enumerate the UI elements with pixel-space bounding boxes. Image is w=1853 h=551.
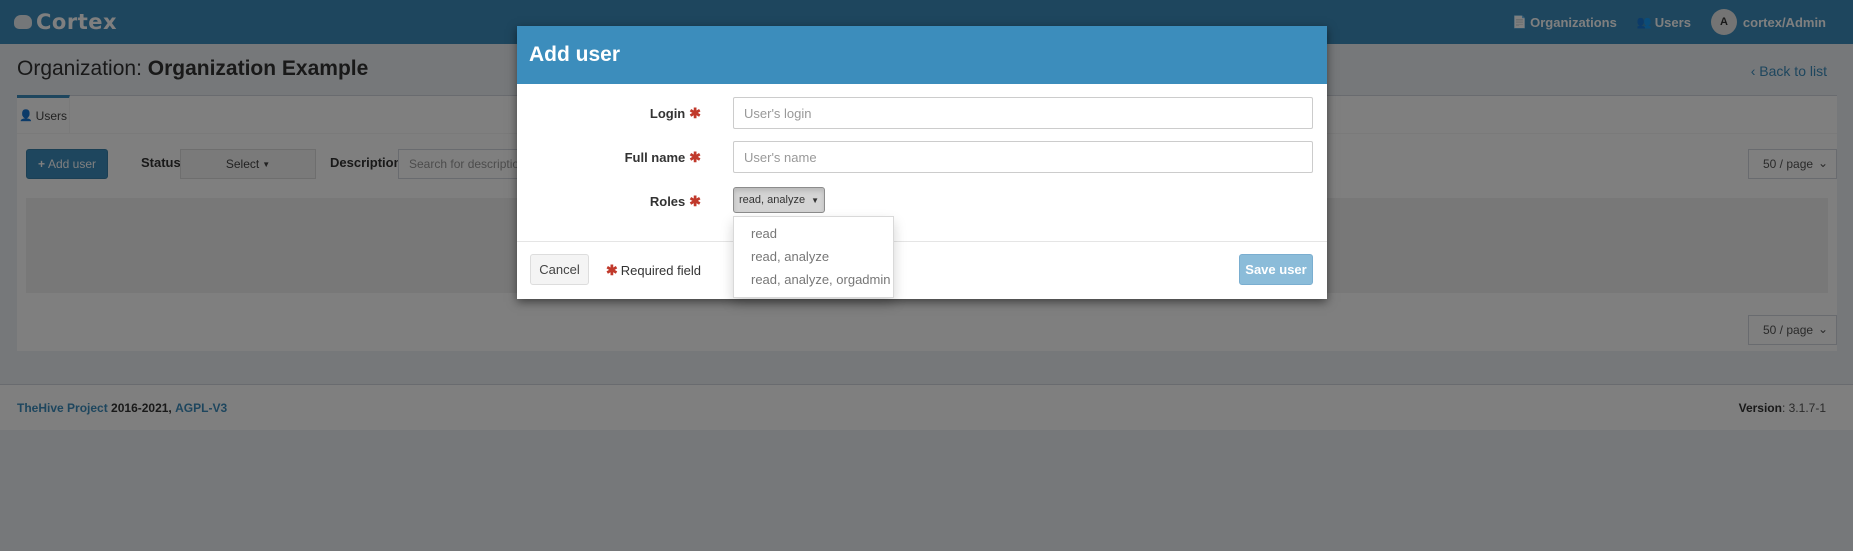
add-user-modal: Add user Login ✱ User's login Full name ✱ …	[517, 26, 1327, 299]
roles-dropdown-menu: read read, analyze read, analyze, orgadm…	[733, 216, 894, 298]
modal-title: Add user	[517, 26, 1327, 84]
roles-selected-label: read, analyze	[739, 194, 806, 206]
fullname-row: Full name ✱ User's name	[517, 141, 1327, 173]
modal-footer-divider	[517, 241, 1327, 242]
roles-dropdown-button[interactable]: read, analyze ▼	[733, 187, 825, 213]
required-asterisk-icon: ✱	[689, 105, 701, 121]
login-label: Login	[649, 106, 686, 121]
roles-row: Roles ✱	[517, 185, 1327, 217]
caret-down-icon: ▼	[811, 195, 819, 205]
roles-option[interactable]: read, analyze, orgadmin	[734, 268, 893, 291]
cancel-button[interactable]: Cancel	[530, 254, 589, 285]
required-asterisk-icon: ✱	[689, 149, 701, 165]
required-asterisk-icon: ✱	[606, 262, 618, 278]
required-asterisk-icon: ✱	[689, 193, 701, 209]
required-field-label: Required field	[620, 263, 701, 278]
roles-option[interactable]: read	[734, 222, 893, 245]
save-user-button[interactable]: Save user	[1239, 254, 1313, 285]
fullname-input[interactable]: User's name	[733, 141, 1313, 173]
required-field-note: ✱ Required field	[606, 262, 701, 279]
roles-option[interactable]: read, analyze	[734, 245, 893, 268]
login-row: Login ✱ User's login	[517, 97, 1327, 129]
login-input[interactable]: User's login	[733, 97, 1313, 129]
roles-label: Roles	[649, 194, 686, 209]
fullname-label: Full name	[624, 150, 686, 165]
